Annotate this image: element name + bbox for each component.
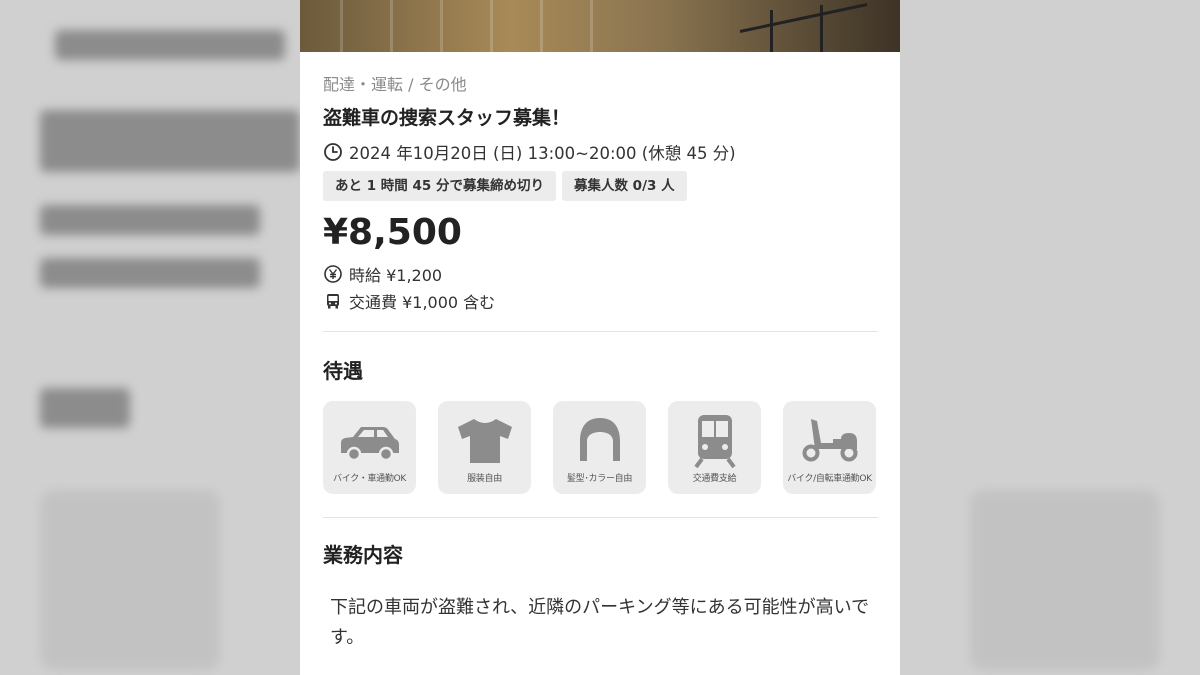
benefit-car-commute[interactable]: バイク・車通勤OK <box>323 401 416 494</box>
hourly-wage-row: 時給 ¥1,200 <box>323 262 442 286</box>
total-price: ¥8,500 <box>323 212 462 253</box>
tag-list: あと 1 時間 45 分で募集締め切り 募集人数 0/3 人 <box>323 171 687 201</box>
job-content-title: 業務内容 <box>323 543 403 567</box>
clock-icon <box>323 142 343 162</box>
deadline-tag: あと 1 時間 45 分で募集締め切り <box>323 171 556 201</box>
hair-icon <box>579 418 620 461</box>
divider <box>323 331 878 332</box>
datetime-text: 2024 年10月20日 (日) 13:00~20:00 (休憩 45 分) <box>349 144 736 163</box>
transport-fee: 交通費 ¥1,000 含む <box>349 293 496 312</box>
benefit-label: 交通費支給 <box>692 474 737 484</box>
hourly-wage: 時給 ¥1,200 <box>349 266 443 285</box>
job-description: 下記の車両が盗難され、近隣のパーキング等にある可能性が高いです。 <box>330 597 870 648</box>
tshirt-icon <box>457 419 512 463</box>
benefit-free-hairstyle[interactable]: 髪型･カラー自由 <box>553 401 646 494</box>
job-title: 盗難車の捜索スタッフ募集！ <box>323 107 571 129</box>
job-detail-panel: 配達・運転 / その他 盗難車の捜索スタッフ募集！ 2024 年10月20日 (… <box>300 0 900 675</box>
benefit-free-clothing[interactable]: 服装自由 <box>438 401 531 494</box>
benefit-label: バイク/自転車通勤OK <box>787 474 872 484</box>
job-category[interactable]: 配達・運転 / その他 <box>323 71 467 95</box>
hero-image <box>300 0 900 52</box>
background-left-blur <box>0 0 300 675</box>
benefit-label: 髪型･カラー自由 <box>566 474 633 484</box>
transport-fee-row: 交通費 ¥1,000 含む <box>323 289 495 313</box>
yen-icon <box>323 264 343 284</box>
benefit-bike-commute[interactable]: バイク/自転車通勤OK <box>783 401 876 494</box>
background-right-blur <box>900 0 1200 675</box>
capacity-tag: 募集人数 0/3 人 <box>561 171 687 201</box>
job-datetime: 2024 年10月20日 (日) 13:00~20:00 (休憩 45 分) <box>323 140 736 164</box>
benefit-transport-paid[interactable]: 交通費支給 <box>668 401 761 494</box>
benefit-list: バイク・車通勤OK 服装自由 髪型･カラー自由 交通費支給 バイク/自転車通勤O… <box>323 401 876 494</box>
scooter-icon <box>802 419 857 462</box>
bus-icon <box>323 291 343 311</box>
benefits-title: 待遇 <box>323 359 363 383</box>
train-icon <box>693 415 736 469</box>
divider <box>323 517 878 518</box>
benefit-label: 服装自由 <box>467 474 502 484</box>
benefit-label: バイク・車通勤OK <box>333 474 406 484</box>
car-icon <box>340 427 399 462</box>
